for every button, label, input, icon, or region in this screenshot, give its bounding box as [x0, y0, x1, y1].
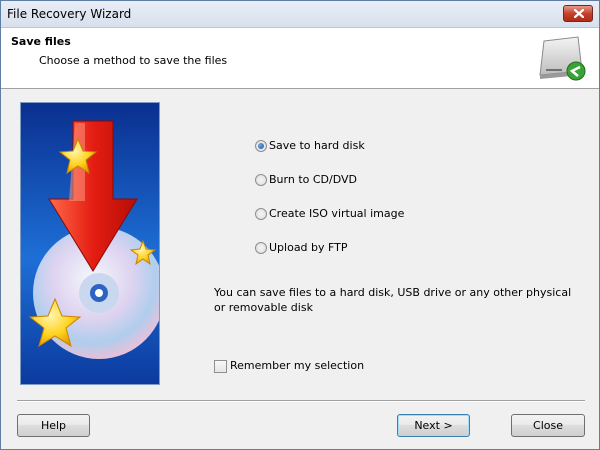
file-recovery-wizard-window: File Recovery Wizard Save files Choose a… — [0, 0, 600, 450]
window-title: File Recovery Wizard — [7, 7, 132, 21]
radio-save-to-hard-disk[interactable] — [255, 140, 267, 152]
option-label[interactable]: Burn to CD/DVD — [269, 173, 357, 186]
close-window-button[interactable] — [563, 5, 593, 22]
remember-selection-checkbox[interactable] — [214, 360, 227, 373]
radio-create-iso-image[interactable] — [255, 208, 267, 220]
option-label[interactable]: Create ISO virtual image — [269, 207, 404, 220]
option-description: You can save files to a hard disk, USB d… — [214, 286, 572, 314]
page-title: Save files — [11, 35, 71, 48]
wizard-header: Save files Choose a method to save the f… — [1, 28, 599, 89]
close-icon — [574, 9, 584, 18]
title-bar[interactable]: File Recovery Wizard — [1, 1, 599, 28]
hard-drive-icon — [539, 36, 586, 81]
option-label[interactable]: Upload by FTP — [269, 241, 348, 254]
remember-selection-label[interactable]: Remember my selection — [230, 359, 364, 372]
next-button[interactable]: Next > — [397, 414, 470, 437]
radio-burn-to-cd-dvd[interactable] — [255, 174, 267, 186]
close-button[interactable]: Close — [511, 414, 585, 437]
footer-divider — [17, 400, 585, 402]
disc-download-illustration — [21, 103, 159, 384]
side-illustration — [20, 102, 160, 385]
page-subtitle: Choose a method to save the files — [39, 54, 228, 67]
help-button[interactable]: Help — [17, 414, 90, 437]
radio-upload-by-ftp[interactable] — [255, 242, 267, 254]
option-label[interactable]: Save to hard disk — [269, 139, 365, 152]
